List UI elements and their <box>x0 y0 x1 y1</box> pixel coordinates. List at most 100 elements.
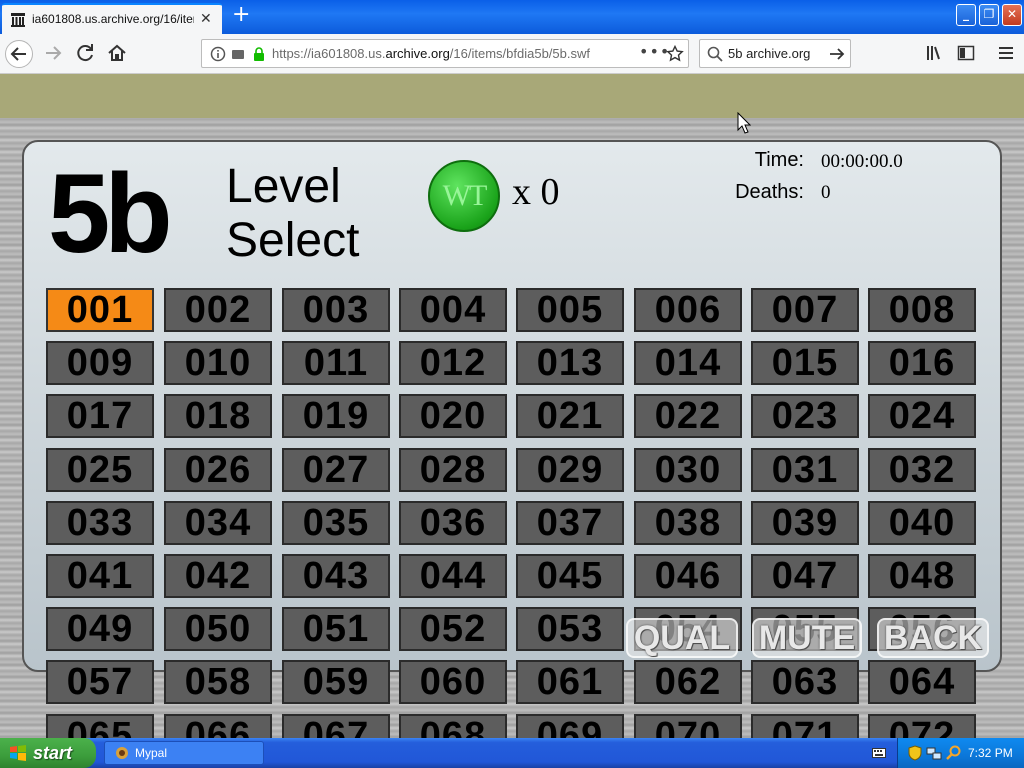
level-button-047[interactable]: 047 <box>751 554 859 598</box>
level-button-028[interactable]: 028 <box>399 447 507 492</box>
level-button-070[interactable]: 070 <box>634 713 742 738</box>
mute-button[interactable]: MUTE <box>752 618 862 658</box>
level-button-016[interactable]: 016 <box>868 341 976 386</box>
level-button-035[interactable]: 035 <box>282 500 390 545</box>
level-button-037[interactable]: 037 <box>516 500 624 545</box>
info-icon[interactable] <box>210 46 266 62</box>
level-button-010[interactable]: 010 <box>164 341 272 386</box>
level-button-057[interactable]: 057 <box>46 660 154 705</box>
level-button-063[interactable]: 063 <box>751 660 859 705</box>
level-button-004[interactable]: 004 <box>399 288 507 332</box>
level-button-024[interactable]: 024 <box>868 394 976 439</box>
level-button-032[interactable]: 032 <box>868 447 976 492</box>
home-button[interactable] <box>104 40 132 68</box>
level-button-001[interactable]: 001 <box>46 288 154 332</box>
search-go-arrow-icon[interactable] <box>828 45 846 63</box>
level-button-008[interactable]: 008 <box>868 288 976 332</box>
level-button-025[interactable]: 025 <box>46 447 154 492</box>
quality-button[interactable]: QUAL <box>626 618 738 658</box>
level-button-026[interactable]: 026 <box>164 447 272 492</box>
search-input[interactable]: 5b archive.org <box>728 46 824 61</box>
back-button[interactable] <box>5 40 33 68</box>
level-button-033[interactable]: 033 <box>46 500 154 545</box>
level-button-014[interactable]: 014 <box>634 341 742 386</box>
maximize-button[interactable]: ❐ <box>979 4 999 26</box>
search-bar[interactable]: 5b archive.org <box>699 39 851 68</box>
level-button-018[interactable]: 018 <box>164 394 272 439</box>
level-button-027[interactable]: 027 <box>282 447 390 492</box>
level-button-072[interactable]: 072 <box>868 713 976 738</box>
level-button-050[interactable]: 050 <box>164 607 272 652</box>
network-icon[interactable] <box>926 745 942 761</box>
level-button-002[interactable]: 002 <box>164 288 272 332</box>
level-button-067[interactable]: 067 <box>282 713 390 738</box>
level-button-021[interactable]: 021 <box>516 394 624 439</box>
level-button-052[interactable]: 052 <box>399 607 507 652</box>
level-button-009[interactable]: 009 <box>46 341 154 386</box>
level-button-013[interactable]: 013 <box>516 341 624 386</box>
level-button-011[interactable]: 011 <box>282 341 390 386</box>
level-button-064[interactable]: 064 <box>868 660 976 705</box>
level-button-003[interactable]: 003 <box>282 288 390 332</box>
reload-button[interactable] <box>72 40 100 68</box>
level-button-007[interactable]: 007 <box>751 288 859 332</box>
keyboard-icon[interactable] <box>872 748 886 758</box>
level-button-022[interactable]: 022 <box>634 394 742 439</box>
tab-close-icon[interactable]: ✕ <box>200 11 212 27</box>
level-button-062[interactable]: 062 <box>634 660 742 705</box>
level-button-065[interactable]: 065 <box>46 713 154 738</box>
arrow-right-icon <box>46 46 62 60</box>
level-button-045[interactable]: 045 <box>516 554 624 598</box>
level-button-053[interactable]: 053 <box>516 607 624 652</box>
level-button-041[interactable]: 041 <box>46 554 154 598</box>
level-button-051[interactable]: 051 <box>282 607 390 652</box>
level-button-012[interactable]: 012 <box>399 341 507 386</box>
level-button-005[interactable]: 005 <box>516 288 624 332</box>
level-button-031[interactable]: 031 <box>751 447 859 492</box>
level-button-038[interactable]: 038 <box>634 500 742 545</box>
level-button-030[interactable]: 030 <box>634 447 742 492</box>
minimize-button[interactable]: _ <box>956 4 976 26</box>
level-button-040[interactable]: 040 <box>868 500 976 545</box>
level-button-060[interactable]: 060 <box>399 660 507 705</box>
level-button-019[interactable]: 019 <box>282 394 390 439</box>
level-button-020[interactable]: 020 <box>399 394 507 439</box>
bookmark-star-icon[interactable] <box>666 45 684 63</box>
level-button-044[interactable]: 044 <box>399 554 507 598</box>
level-button-069[interactable]: 069 <box>516 713 624 738</box>
browser-tab[interactable]: ia601808.us.archive.org/16/items/ ✕ <box>2 3 222 34</box>
start-button[interactable]: start <box>0 738 96 768</box>
level-button-006[interactable]: 006 <box>634 288 742 332</box>
level-button-023[interactable]: 023 <box>751 394 859 439</box>
taskbar-item-mypal[interactable]: Mypal <box>104 741 264 765</box>
forward-button[interactable] <box>40 40 68 68</box>
new-tab-button[interactable]: + <box>232 4 252 28</box>
library-icon[interactable] <box>925 44 943 62</box>
level-button-036[interactable]: 036 <box>399 500 507 545</box>
sidebar-icon[interactable] <box>957 44 975 62</box>
level-button-015[interactable]: 015 <box>751 341 859 386</box>
level-button-043[interactable]: 043 <box>282 554 390 598</box>
close-window-button[interactable]: ✕ <box>1002 4 1022 26</box>
search-tray-icon[interactable] <box>946 745 962 761</box>
level-button-039[interactable]: 039 <box>751 500 859 545</box>
level-button-029[interactable]: 029 <box>516 447 624 492</box>
security-shield-icon[interactable] <box>908 745 922 761</box>
level-button-049[interactable]: 049 <box>46 607 154 652</box>
level-button-071[interactable]: 071 <box>751 713 859 738</box>
level-button-066[interactable]: 066 <box>164 713 272 738</box>
level-button-058[interactable]: 058 <box>164 660 272 705</box>
back-button-game[interactable]: BACK <box>877 618 989 658</box>
level-button-034[interactable]: 034 <box>164 500 272 545</box>
level-button-017[interactable]: 017 <box>46 394 154 439</box>
level-button-048[interactable]: 048 <box>868 554 976 598</box>
level-button-059[interactable]: 059 <box>282 660 390 705</box>
level-button-068[interactable]: 068 <box>399 713 507 738</box>
game-canvas[interactable]: 5b Level Select WT x 0 Time: 00:00:00.0 … <box>0 74 1024 738</box>
level-button-061[interactable]: 061 <box>516 660 624 705</box>
start-label: start <box>33 743 73 763</box>
level-button-046[interactable]: 046 <box>634 554 742 598</box>
hamburger-menu-icon[interactable] <box>997 44 1015 62</box>
level-button-042[interactable]: 042 <box>164 554 272 598</box>
address-bar[interactable]: https://ia601808.us.archive.org/16/items… <box>201 39 689 68</box>
